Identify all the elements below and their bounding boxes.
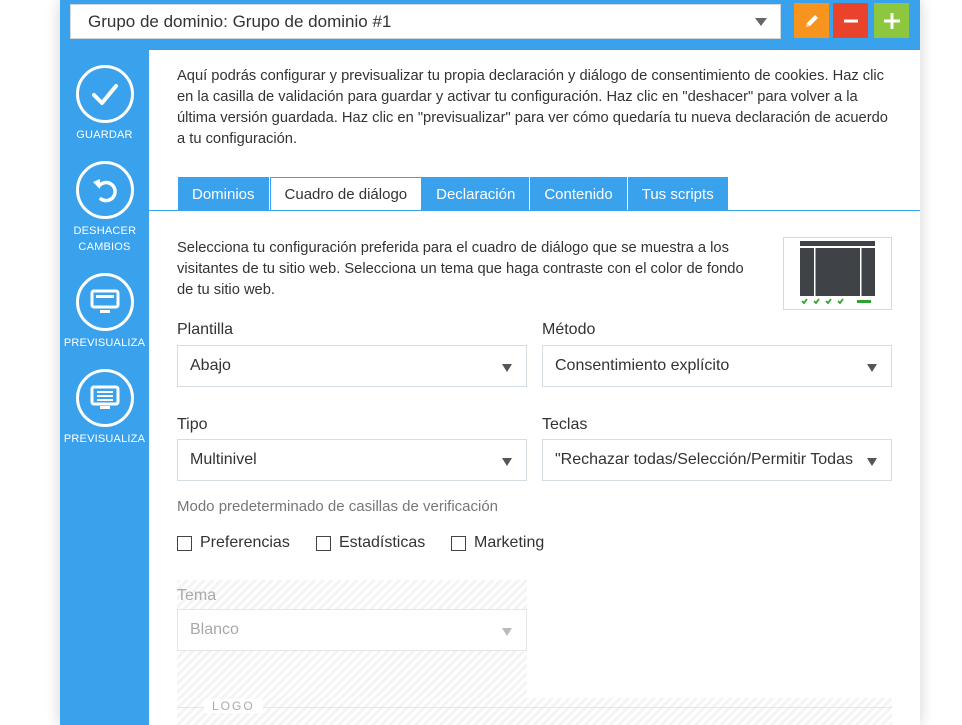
chevron-down-icon [755, 18, 767, 26]
tab-bar: Dominios Cuadro de diálogo Declaración C… [178, 177, 729, 211]
content-panel: Aquí podrás configurar y previsualizar t… [149, 50, 920, 725]
logo-divider [177, 707, 892, 708]
domain-group-select[interactable]: Grupo de dominio: Grupo de dominio #1 [70, 4, 781, 39]
checkbox-box[interactable] [177, 535, 192, 551]
checkbox-preferencias-label: Preferencias [200, 534, 290, 551]
tab-dominios[interactable]: Dominios [178, 177, 270, 211]
tipo-label: Tipo [177, 416, 208, 433]
tema-value: Blanco [190, 621, 239, 638]
pencil-icon [805, 14, 818, 27]
sidebar: GUARDAR DESHACER CAMBIOS PREVISUALIZA PR… [60, 50, 149, 725]
metodo-value: Consentimiento explícito [555, 357, 730, 374]
minus-icon [843, 19, 858, 22]
logo-section-label: LOGO [204, 699, 263, 713]
undo-changes-label: DESHACER CAMBIOS [73, 225, 137, 253]
tema-label: Tema [177, 587, 217, 604]
tipo-select[interactable]: Multinivel [177, 439, 527, 481]
logo-section [177, 698, 892, 725]
plantilla-select[interactable]: Abajo [177, 345, 527, 387]
tab-declaracion[interactable]: Declaración [422, 177, 531, 211]
intro-text: Aquí podrás configurar y previsualizar t… [177, 68, 888, 147]
preview-button[interactable]: PREVISUALIZA [60, 273, 149, 351]
chevron-down-icon [867, 364, 877, 372]
page-background [0, 0, 60, 725]
tab-divider [149, 210, 920, 211]
chevron-down-icon [867, 458, 877, 466]
monitor-icon [75, 369, 134, 427]
preview-button-2[interactable]: PREVISUALIZA [60, 369, 149, 447]
teclas-value: "Rechazar todas/Selección/Permitir Todas… [555, 451, 853, 468]
undo-icon [75, 161, 134, 219]
tab-cuadro-de-dialogo[interactable]: Cuadro de diálogo [269, 177, 423, 211]
checkbox-marketing[interactable]: Marketing [451, 534, 544, 552]
tab-tus-scripts[interactable]: Tus scripts [627, 177, 729, 211]
check-icon [75, 65, 134, 123]
preview-label-2: PREVISUALIZA [63, 433, 146, 445]
checkbox-box[interactable] [316, 535, 331, 551]
checkbox-marketing-label: Marketing [474, 534, 545, 551]
tipo-value: Multinivel [190, 451, 257, 468]
metodo-label: Método [542, 321, 596, 338]
plantilla-value: Abajo [190, 357, 231, 374]
metodo-select[interactable]: Consentimiento explícito [542, 345, 892, 387]
teclas-select[interactable]: "Rechazar todas/Selección/Permitir Todas… [542, 439, 892, 481]
plus-icon [883, 12, 900, 29]
undo-changes-button[interactable]: DESHACER CAMBIOS [60, 161, 149, 255]
domain-group-value: Grupo de dominio: Grupo de dominio #1 [88, 11, 392, 31]
chevron-down-icon [502, 364, 512, 372]
add-domain-group-button[interactable] [874, 3, 909, 38]
app-frame: Grupo de dominio: Grupo de dominio #1 GU… [60, 0, 920, 725]
remove-domain-group-button[interactable] [833, 3, 868, 38]
save-button[interactable]: GUARDAR [60, 65, 149, 143]
checkbox-box[interactable] [451, 535, 466, 551]
checkbox-estadisticas[interactable]: Estadísticas [316, 534, 425, 552]
template-preview-thumbnail [783, 237, 892, 310]
plantilla-label: Plantilla [177, 321, 234, 338]
tema-select: Blanco [177, 609, 527, 651]
monitor-icon [75, 273, 134, 331]
checkbox-mode-heading: Modo predeterminado de casillas de verif… [177, 498, 499, 515]
teclas-label: Teclas [542, 416, 588, 433]
chevron-down-icon [502, 458, 512, 466]
dialog-description: Selecciona tu configuración preferida pa… [177, 240, 744, 298]
chevron-down-icon [502, 628, 512, 636]
edit-domain-group-button[interactable] [794, 3, 829, 38]
save-label: GUARDAR [76, 129, 133, 141]
tab-contenido[interactable]: Contenido [530, 177, 628, 211]
checkbox-preferencias[interactable]: Preferencias [177, 534, 290, 552]
preview-label: PREVISUALIZA [63, 337, 146, 349]
checkbox-estadisticas-label: Estadísticas [339, 534, 426, 551]
